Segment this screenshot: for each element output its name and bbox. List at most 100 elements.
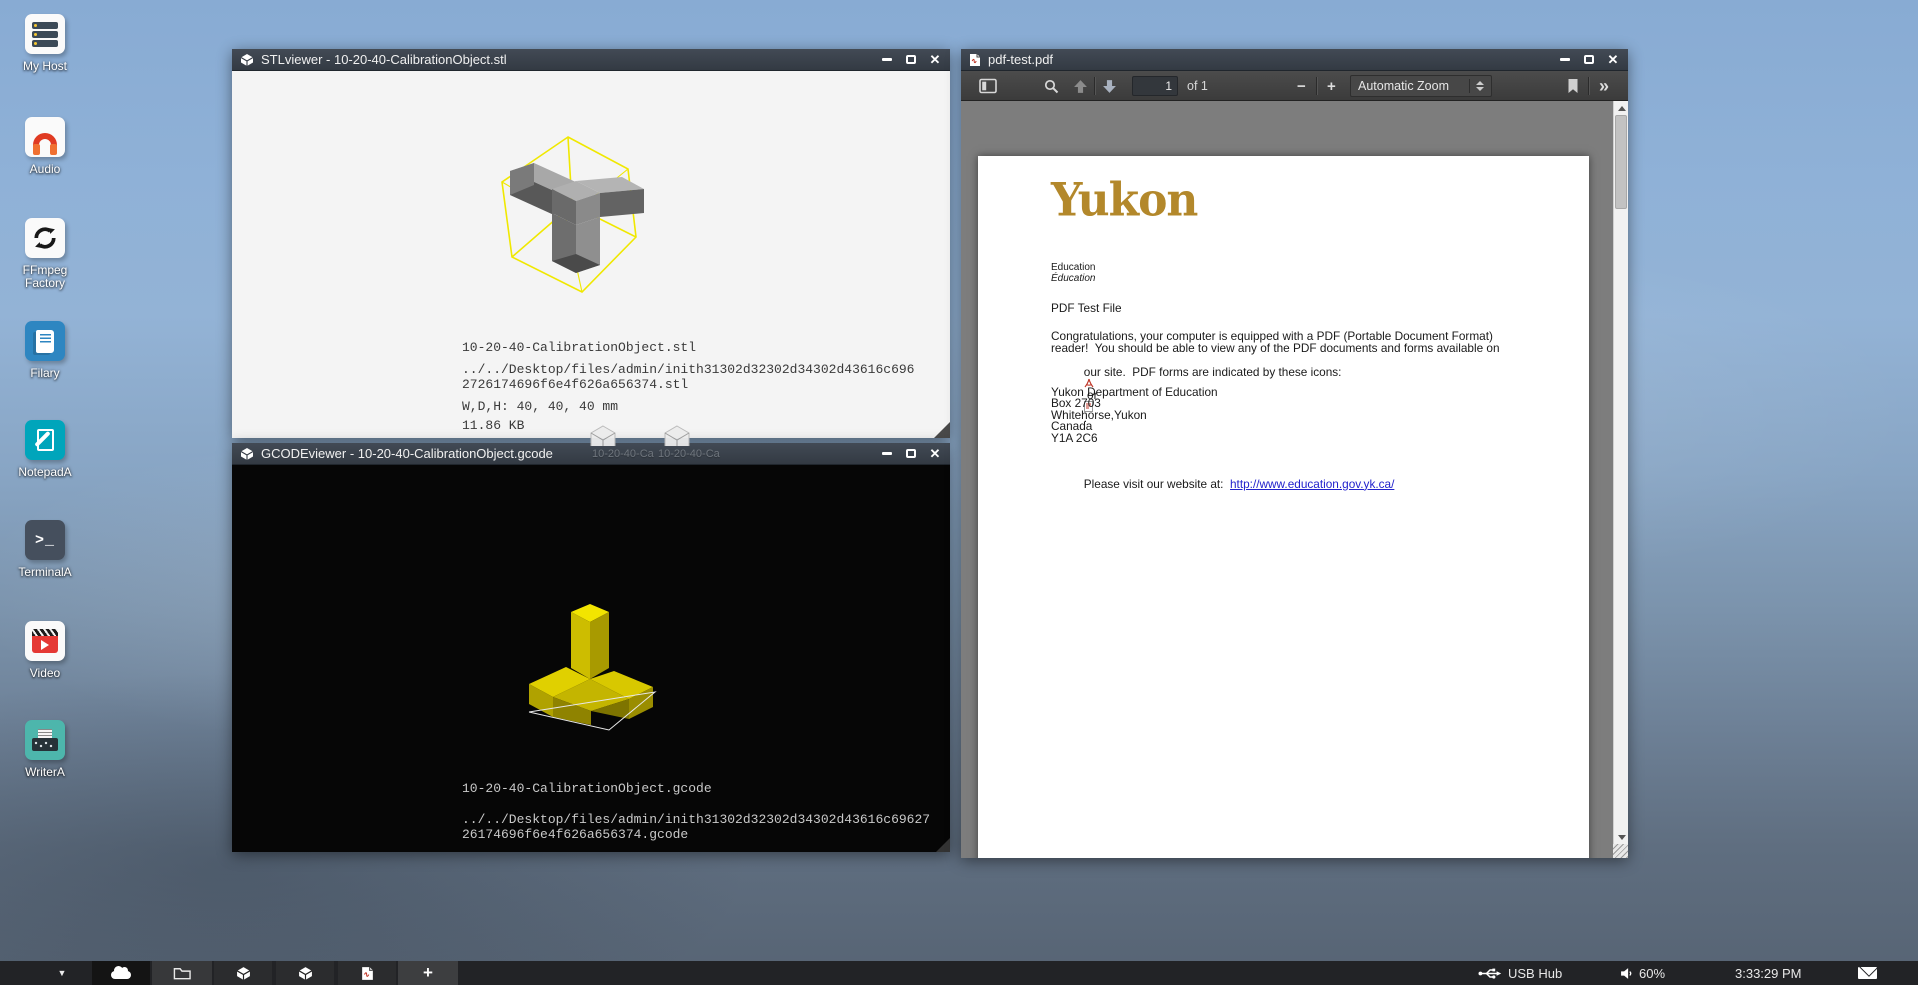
- desktop-icon-label: My Host: [4, 60, 86, 73]
- more-tools-button[interactable]: »: [1599, 71, 1609, 101]
- taskbar-cloud-button[interactable]: [92, 961, 150, 985]
- clock[interactable]: 3:33:29 PM: [1735, 961, 1802, 985]
- volume-label: 60%: [1639, 966, 1665, 981]
- zoom-level-dropdown[interactable]: Automatic Zoom: [1350, 75, 1492, 97]
- sidebar-toggle-button[interactable]: [979, 71, 997, 101]
- cloud-icon: [111, 971, 131, 979]
- taskbar-stlviewer-button[interactable]: [214, 961, 272, 985]
- desktop-icon-ffmpeg-factory[interactable]: FFmpeg Factory: [4, 218, 86, 290]
- desktop-icon-label: TerminalA: [4, 566, 86, 579]
- stl-filesize: 11.86 KB: [462, 418, 524, 433]
- bookmark-icon: [1566, 78, 1580, 94]
- plus-icon: +: [423, 963, 433, 983]
- search-button[interactable]: [1044, 71, 1059, 101]
- website-link[interactable]: http://www.education.gov.yk.ca/: [1230, 477, 1394, 491]
- stl-path-line2: 2726174696f6e4f626a656374.stl: [462, 377, 688, 392]
- stl-path-line1: ../../Desktop/files/admin/inith31302d323…: [462, 362, 914, 377]
- pdf-scrollbar[interactable]: [1613, 101, 1628, 858]
- gcode-viewer-window: GCODEviewer - 10-20-40-CalibrationObject…: [232, 443, 950, 852]
- close-button[interactable]: ✕: [1606, 53, 1620, 67]
- pdf-page: Yukon Education Éducation PDF Test File …: [978, 156, 1589, 858]
- maximize-button[interactable]: [904, 447, 918, 461]
- dropdown-arrows-icon: [1469, 79, 1484, 93]
- maximize-button[interactable]: [904, 53, 918, 67]
- taskbar-pdfviewer-button[interactable]: [338, 961, 396, 985]
- logo-subtitle-fr: Éducation: [1051, 273, 1095, 285]
- clapperboard-play-icon: [25, 621, 65, 661]
- pdf-file-icon: [969, 53, 981, 67]
- resize-grip[interactable]: [934, 422, 950, 438]
- usb-label: USB Hub: [1508, 966, 1562, 981]
- zoom-level-label: Automatic Zoom: [1358, 79, 1449, 93]
- scroll-up-button[interactable]: [1614, 101, 1629, 115]
- desktop-icon-video[interactable]: Video: [4, 621, 86, 680]
- headphones-icon: [25, 117, 65, 157]
- window-title: pdf-test.pdf: [988, 52, 1550, 67]
- resize-grip[interactable]: [1613, 844, 1628, 858]
- desktop: My Host Audio FFmpeg Factory Filary Note…: [0, 0, 1918, 985]
- mail-status[interactable]: [1858, 961, 1877, 985]
- usb-icon: [1478, 967, 1502, 980]
- pdf-content-area[interactable]: Yukon Education Éducation PDF Test File …: [961, 101, 1628, 858]
- cube-icon: [240, 447, 254, 461]
- note-pencil-icon: [25, 420, 65, 460]
- scroll-down-button[interactable]: [1614, 830, 1629, 844]
- page-number-input[interactable]: [1132, 76, 1178, 96]
- cube-icon: [298, 966, 313, 981]
- minimize-button[interactable]: [1558, 53, 1572, 67]
- gcode-path-line1: ../../Desktop/files/admin/inith31302d323…: [462, 812, 930, 827]
- volume-status[interactable]: 60%: [1620, 961, 1665, 985]
- scrollbar-thumb[interactable]: [1615, 115, 1627, 209]
- desktop-icon-notepada[interactable]: NotepadA: [4, 420, 86, 479]
- clock-label: 3:33:29 PM: [1735, 966, 1802, 981]
- pdf-viewer-window: pdf-test.pdf ✕ of 1: [961, 49, 1628, 858]
- speaker-icon: [1620, 967, 1633, 980]
- envelope-icon: [1858, 967, 1877, 979]
- yukon-logo: Yukon: [1051, 180, 1197, 222]
- stl-filename: 10-20-40-CalibrationObject.stl: [462, 340, 696, 355]
- desktop-icon-audio[interactable]: Audio: [4, 117, 86, 176]
- stl-window-titlebar[interactable]: STLviewer - 10-20-40-CalibrationObject.s…: [232, 49, 950, 71]
- gcode-window-titlebar[interactable]: GCODEviewer - 10-20-40-CalibrationObject…: [232, 443, 950, 465]
- desktop-icon-filary[interactable]: Filary: [4, 321, 86, 380]
- resize-grip[interactable]: [936, 838, 950, 852]
- close-button[interactable]: ✕: [928, 53, 942, 67]
- stl-viewport[interactable]: 10-20-40-CalibrationObject.stl ../../Des…: [232, 71, 950, 438]
- desktop-icon-writera[interactable]: WriterA: [4, 720, 86, 779]
- arrow-down-icon: [1102, 79, 1117, 94]
- website-line: Please visit our website at: http://www.…: [1051, 467, 1394, 502]
- taskbar-menu-chevron[interactable]: ▼: [44, 961, 80, 985]
- usb-status[interactable]: USB Hub: [1478, 961, 1562, 985]
- close-button[interactable]: ✕: [928, 447, 942, 461]
- pdf-window-titlebar[interactable]: pdf-test.pdf ✕: [961, 49, 1628, 71]
- bookmark-button[interactable]: [1566, 71, 1580, 101]
- minimize-button[interactable]: [880, 447, 894, 461]
- minimize-button[interactable]: [880, 53, 894, 67]
- taskbar-files-button[interactable]: [152, 961, 212, 985]
- pdf-toolbar: of 1 − + Automatic Zoom »: [961, 71, 1628, 101]
- logo-subtitle-en: Education: [1051, 262, 1095, 274]
- zoom-in-button[interactable]: +: [1327, 71, 1336, 101]
- typewriter-icon: [25, 720, 65, 760]
- cube-icon: [236, 966, 251, 981]
- stl-3d-model: [490, 127, 660, 317]
- zoom-out-button[interactable]: −: [1297, 71, 1306, 101]
- taskbar-add-button[interactable]: +: [398, 961, 458, 985]
- previous-page-button[interactable]: [1073, 71, 1088, 101]
- next-page-button[interactable]: [1102, 71, 1117, 101]
- desktop-icon-label: FFmpeg Factory: [4, 264, 86, 290]
- desktop-icon-my-host[interactable]: My Host: [4, 14, 86, 73]
- page-count-label: of 1: [1187, 71, 1208, 101]
- hidden-file-icon[interactable]: [588, 424, 618, 446]
- taskbar-gcodeviewer-button[interactable]: [276, 961, 334, 985]
- gcode-viewport[interactable]: 10-20-40-CalibrationObject.gcode ../../D…: [232, 465, 950, 852]
- desktop-icon-terminala[interactable]: >_ TerminalA: [4, 520, 86, 579]
- desktop-icon-label: NotepadA: [4, 466, 86, 479]
- chevron-down-icon: ▼: [58, 968, 67, 978]
- maximize-button[interactable]: [1582, 53, 1596, 67]
- window-title: STLviewer - 10-20-40-CalibrationObject.s…: [261, 52, 872, 67]
- server-icon: [25, 14, 65, 54]
- desktop-icon-label: Filary: [4, 367, 86, 380]
- pdf-file-icon: [361, 966, 374, 981]
- hidden-file-icon[interactable]: [662, 424, 692, 446]
